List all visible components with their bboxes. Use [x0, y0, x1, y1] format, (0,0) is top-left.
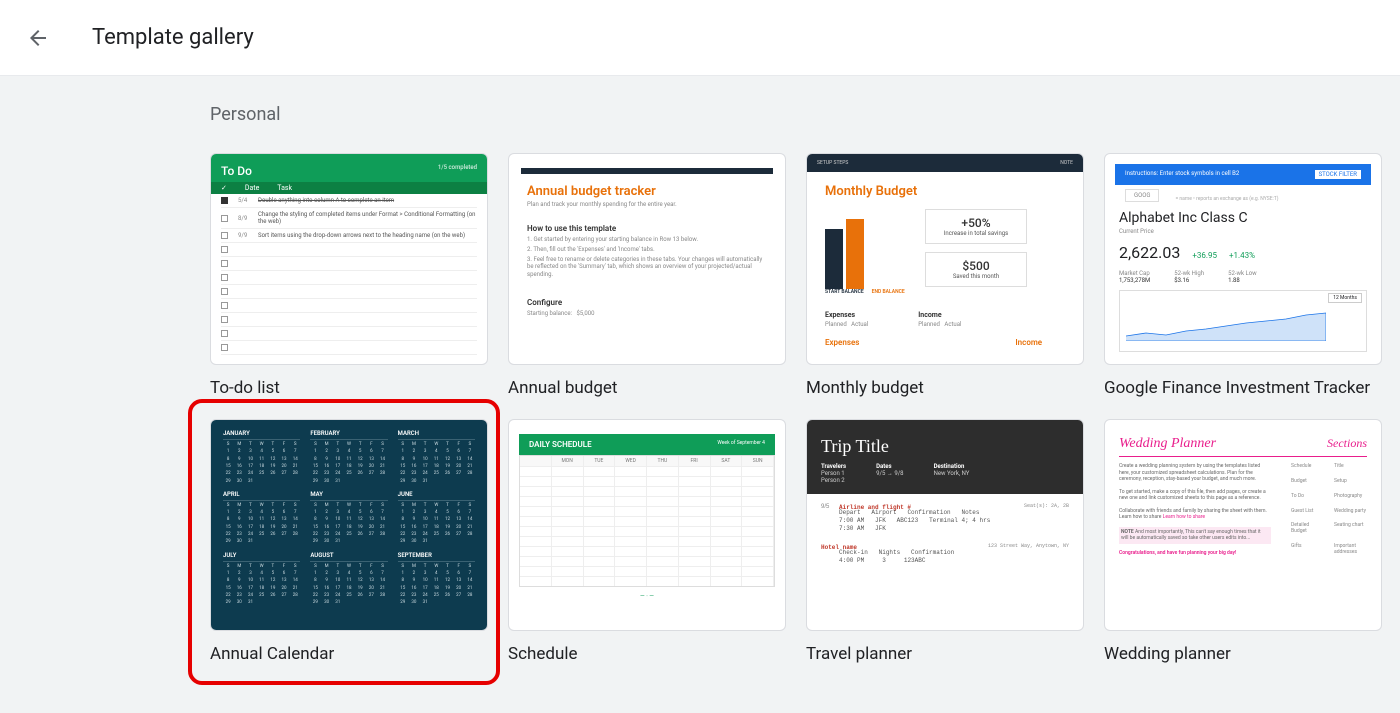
template-title: Google Finance Investment Tracker [1104, 377, 1382, 399]
template-card-finance[interactable]: Instructions: Enter stock symbols in cel… [1104, 153, 1382, 399]
template-thumb: Annual budget tracker Plan and track you… [508, 153, 786, 365]
todo-thumb-cols: ✓DateTask [211, 182, 487, 194]
mb-chart [825, 209, 905, 289]
template-thumb: Instructions: Enter stock symbols in cel… [1104, 153, 1382, 365]
template-thumb: DAILY SCHEDULEWeek of September 4 MONTUE… [508, 419, 786, 631]
fin-change: +36.95 [1192, 251, 1217, 260]
fin-bar: Instructions: Enter stock symbols in cel… [1115, 164, 1371, 185]
template-title: Annual budget [508, 377, 786, 399]
sch-bar: DAILY SCHEDULEWeek of September 4 [519, 434, 775, 455]
content: Personal To Do 1/5 completed ✓DateTask 5… [0, 76, 1400, 713]
template-card-monthly-budget[interactable]: SETUP STEPSNOTE Monthly Budget START BAL… [806, 153, 1084, 399]
mb-heading: Monthly Budget [807, 172, 1083, 203]
page-title: Template gallery [92, 25, 254, 50]
tp-head: Trip Title TravelersPerson 1 Person 2 Da… [807, 420, 1083, 494]
fin-tab: GOOG [1125, 189, 1159, 202]
template-card-wedding[interactable]: Wedding Planner Sections Create a weddin… [1104, 419, 1382, 673]
wp-sections-title: Sections [1327, 436, 1367, 452]
arrow-left-icon [26, 26, 50, 50]
fin-pct: +1.43% [1229, 251, 1255, 260]
template-title: To-do list [210, 377, 488, 399]
template-title: Schedule [508, 643, 786, 665]
template-thumb: SETUP STEPSNOTE Monthly Budget START BAL… [806, 153, 1084, 365]
ab-start-label: Starting balance: [527, 310, 572, 317]
back-button[interactable] [18, 18, 58, 58]
ab-step: 1. Get started by entering your starting… [509, 235, 785, 245]
ab-start-value: $5,000 [576, 310, 594, 317]
template-thumb: JANUARYSMTWTFS12345678910111213141516171… [210, 419, 488, 631]
ab-step: 3. Feel free to rename or delete categor… [509, 255, 785, 280]
template-grid: To Do 1/5 completed ✓DateTask 5/4Double … [210, 153, 1400, 673]
template-thumb: To Do 1/5 completed ✓DateTask 5/4Double … [210, 153, 488, 365]
wp-title: Wedding Planner [1119, 436, 1216, 452]
mb-top: SETUP STEPSNOTE [807, 154, 1083, 172]
ab-sub: Plan and track your monthly spending for… [509, 199, 785, 218]
template-card-todo[interactable]: To Do 1/5 completed ✓DateTask 5/4Double … [210, 153, 488, 399]
template-title: Travel planner [806, 643, 1084, 665]
template-title: Annual Calendar [210, 643, 488, 665]
fin-chart: 12 Months [1119, 290, 1367, 352]
section-title: Personal [210, 104, 1400, 125]
todo-thumb-rows: 5/4Double anything into column A to comp… [211, 194, 487, 355]
template-card-schedule[interactable]: DAILY SCHEDULEWeek of September 4 MONTUE… [508, 419, 786, 673]
template-card-travel[interactable]: Trip Title TravelersPerson 1 Person 2 Da… [806, 419, 1084, 673]
template-card-annual-budget[interactable]: Annual budget tracker Plan and track you… [508, 153, 786, 399]
template-card-annual-calendar[interactable]: JANUARYSMTWTFS12345678910111213141516171… [200, 411, 488, 673]
ab-step: 2. Then, fill out the 'Expenses' and 'In… [509, 245, 785, 255]
template-title: Wedding planner [1104, 643, 1382, 665]
todo-thumb-counter: 1/5 completed [438, 164, 477, 178]
todo-thumb-title: To Do [221, 164, 252, 178]
fin-price: 2,622.03 [1119, 243, 1180, 262]
template-title: Monthly budget [806, 377, 1084, 399]
header: Template gallery [0, 0, 1400, 76]
ab-configure: Configure [509, 280, 785, 309]
fin-name: Alphabet Inc Class C [1105, 208, 1381, 228]
ab-heading: Annual budget tracker [509, 184, 785, 199]
template-thumb: Wedding Planner Sections Create a weddin… [1104, 419, 1382, 631]
todo-thumb-header: To Do 1/5 completed [211, 154, 487, 182]
template-thumb: Trip Title TravelersPerson 1 Person 2 Da… [806, 419, 1084, 631]
ab-howto: How to use this template [509, 218, 785, 235]
